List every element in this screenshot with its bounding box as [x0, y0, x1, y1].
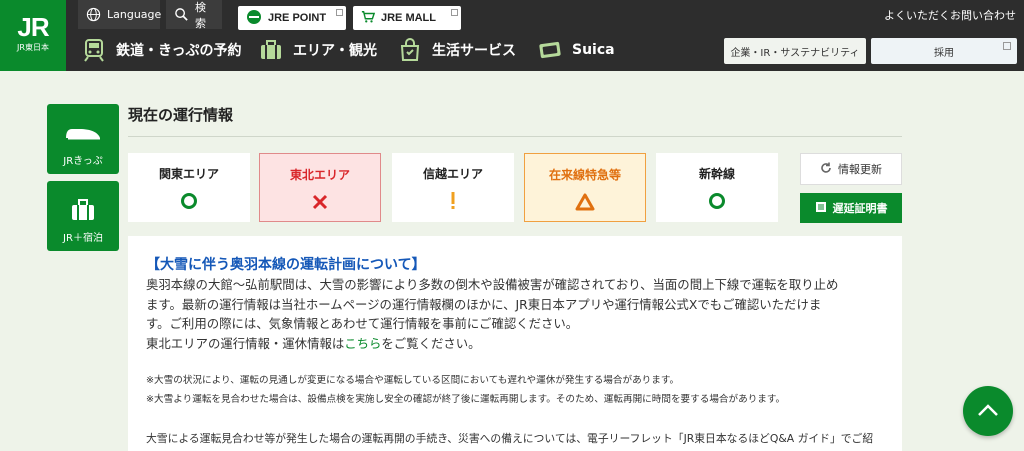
area-label: 新幹線 — [698, 167, 735, 181]
refresh-button[interactable]: 情報更新 — [800, 153, 902, 185]
search-icon — [174, 7, 189, 23]
jre-mall-label: JRE MALL — [381, 12, 436, 24]
area-limited-express[interactable]: 在来線特急等 — [524, 153, 646, 222]
notice-line: 奥羽本線の大館～弘前駅間は、大雪の影響により多数の倒木や設備被害が確認されており… — [146, 277, 839, 292]
area-label: 関東エリア — [158, 167, 219, 181]
nav-label: 生活サービス — [432, 43, 516, 59]
exclamation-icon — [392, 190, 514, 212]
refresh-label: 情報更新 — [838, 163, 882, 176]
sidebar-item-jr-ticket[interactable]: JRきっぷ — [47, 104, 119, 174]
jre-point-link[interactable]: JRE POINT — [238, 6, 346, 30]
link-prefix: 東北エリアの運行情報・運休情報は — [146, 335, 345, 351]
language-button[interactable]: Language — [78, 0, 162, 29]
notice-line: ます。最新の運行情報は当社ホームページの運行情報欄のほかに、JR東日本アプリや運… — [146, 296, 822, 312]
shinkansen-icon — [47, 118, 119, 148]
chevron-up-icon — [977, 402, 999, 421]
recruit-link[interactable]: 採用 — [871, 38, 1017, 64]
link-suffix: をご覧ください。 — [381, 335, 481, 351]
nav-item-area[interactable]: エリア・観光 — [257, 35, 377, 65]
area-kanto[interactable]: 関東エリア — [128, 153, 250, 222]
certificate-label: 遅延証明書 — [832, 202, 888, 215]
notice-link-line: 東北エリアの運行情報・運休情報はこちらをご覧ください。 — [146, 334, 886, 354]
page-title: 現在の運行情報 — [128, 106, 234, 124]
nav-label: Suica — [572, 42, 615, 58]
search-label: 検索 — [195, 0, 206, 30]
external-link-icon — [336, 9, 343, 16]
site-header: JR JR東日本 Language 検索 JRE POINT JRE MALL … — [0, 0, 1024, 71]
notice-title: 【大雪に伴う奥羽本線の運転計画について】 — [146, 257, 426, 273]
cart-icon — [361, 10, 376, 27]
area-shinkansen[interactable]: 新幹線 — [656, 153, 778, 222]
recruit-label: 採用 — [934, 47, 954, 59]
faq-link[interactable]: よくいただくお問い合わせ — [884, 7, 1016, 23]
suitcase-icon — [257, 37, 285, 63]
external-link-icon — [1003, 42, 1011, 50]
nav-label: 鉄道・きっぷの予約 — [116, 43, 242, 59]
notice-tail: 大雪による運転見合わせ等が発生した場合の運転再開の手続き、災害への備えについては… — [146, 432, 874, 445]
delay-certificate-button[interactable]: 遅延証明書 — [800, 193, 902, 223]
refresh-icon — [820, 162, 832, 177]
circle-icon — [656, 190, 778, 212]
triangle-icon — [525, 191, 645, 213]
jre-point-label: JRE POINT — [268, 12, 327, 24]
tohoku-info-link[interactable]: こちら — [344, 336, 381, 351]
notice-note: ※大雪より運転を見合わせた場合は、設備点検を実施し安全の確認が終了後に運転再開し… — [146, 394, 786, 405]
nav-item-suica[interactable]: Suica — [536, 35, 615, 65]
search-button[interactable]: 検索 — [166, 0, 222, 30]
card-icon — [536, 37, 564, 63]
jre-mall-link[interactable]: JRE MALL — [353, 6, 461, 30]
area-label: 東北エリア — [289, 168, 350, 182]
back-to-top-button[interactable] — [963, 386, 1013, 436]
circle-icon — [128, 190, 250, 212]
jr-east-logo[interactable]: JR JR東日本 — [0, 0, 66, 71]
cross-icon — [260, 191, 380, 213]
notice-note: ※大雪の状況により、運転の見通しが変更になる場合や運転している区間においても遅れ… — [146, 375, 680, 386]
train-icon — [80, 37, 108, 63]
nav-item-life[interactable]: 生活サービス — [396, 35, 516, 65]
corporate-link[interactable]: 企業・IR・サステナビリティ — [724, 38, 866, 64]
sidebar-label: JR＋宿泊 — [63, 233, 103, 244]
area-tohoku[interactable]: 東北エリア — [259, 153, 381, 222]
area-shinetsu[interactable]: 信越エリア — [392, 153, 514, 222]
luggage-icon — [47, 195, 119, 225]
divider — [128, 136, 902, 137]
logo-text: JR — [17, 12, 49, 42]
language-label: Language — [107, 8, 162, 21]
area-label: 信越エリア — [422, 167, 483, 181]
nav-label: エリア・観光 — [293, 43, 377, 59]
shopping-bag-icon — [396, 37, 424, 63]
nav-item-rail[interactable]: 鉄道・きっぷの予約 — [80, 35, 241, 65]
globe-icon — [86, 7, 101, 23]
sidebar-item-jr-stay[interactable]: JR＋宿泊 — [47, 181, 119, 251]
area-label: 在来線特急等 — [548, 168, 621, 182]
jre-point-logo-icon — [246, 9, 262, 28]
notice-line: す。ご利用の際には、気象情報とあわせて運行情報を事前にご確認ください。 — [146, 316, 579, 331]
external-link-icon — [451, 9, 458, 16]
sidebar-label: JRきっぷ — [63, 156, 103, 167]
notice-body: 奥羽本線の大館～弘前駅間は、大雪の影響により多数の倒木や設備被害が確認されており… — [146, 275, 886, 353]
document-icon — [815, 201, 827, 216]
logo-subtext: JR東日本 — [17, 43, 49, 52]
notice-panel: 【大雪に伴う奥羽本線の運転計画について】 奥羽本線の大館～弘前駅間は、大雪の影響… — [128, 236, 902, 451]
